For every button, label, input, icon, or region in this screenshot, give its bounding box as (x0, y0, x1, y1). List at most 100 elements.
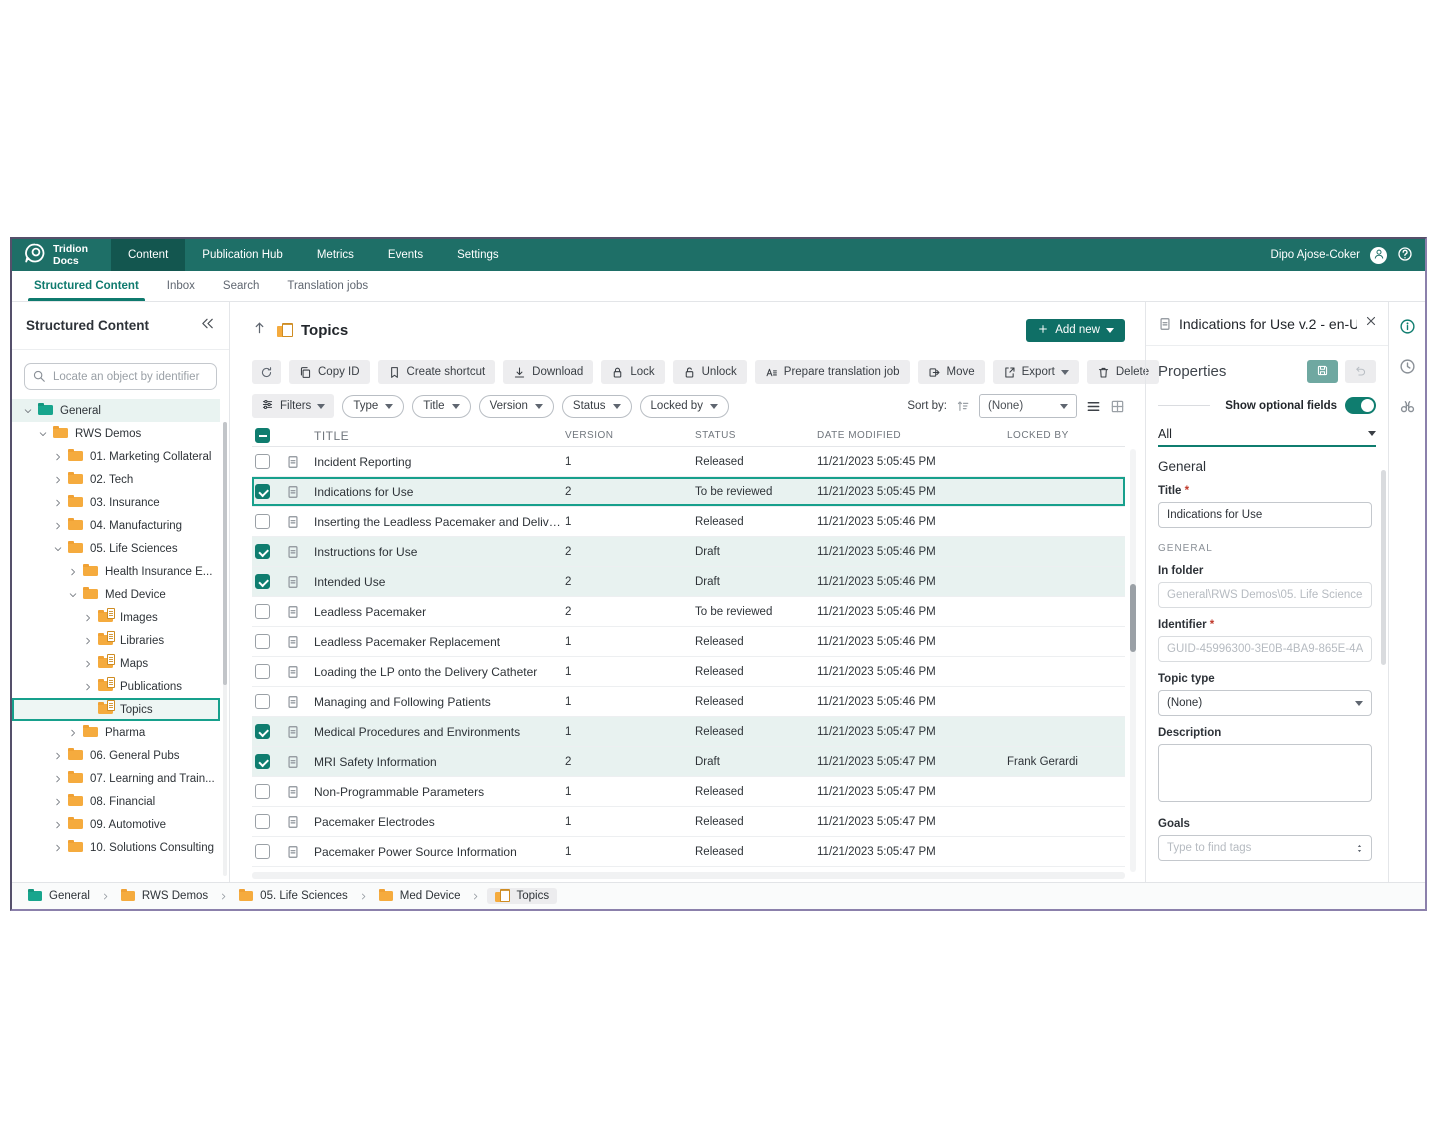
chevron-right-icon[interactable] (80, 636, 96, 646)
chevron-right-icon[interactable] (50, 751, 66, 761)
prepare-translation-job-button[interactable]: Prepare translation job (755, 360, 910, 384)
tab-search[interactable]: Search (223, 271, 259, 301)
history-tab-icon[interactable] (1399, 358, 1416, 375)
tree-item-libraries[interactable]: Libraries (12, 629, 220, 652)
select-all-checkbox[interactable] (255, 428, 270, 443)
tree-item-02-tech[interactable]: 02. Tech (12, 468, 220, 491)
chevron-right-icon[interactable] (50, 521, 66, 531)
breadcrumb-item-general[interactable]: General (24, 888, 94, 904)
sidebar-collapse-button[interactable] (200, 316, 215, 336)
tree-item-07-learning-and-train[interactable]: 07. Learning and Train... (12, 767, 220, 790)
tab-translation-jobs[interactable]: Translation jobs (287, 271, 368, 301)
title-field-input[interactable] (1158, 502, 1372, 528)
row-checkbox[interactable] (255, 604, 270, 619)
tree-item-01-marketing-collateral[interactable]: 01. Marketing Collateral (12, 445, 220, 468)
table-horizontal-scrollbar[interactable] (252, 872, 1125, 879)
filter-pill-version[interactable]: Version (479, 395, 554, 418)
list-view-icon[interactable] (1086, 399, 1101, 414)
table-row-non-programmable-parameters[interactable]: Non-Programmable Parameters1Released11/2… (252, 777, 1125, 807)
help-button[interactable] (1397, 246, 1413, 265)
tree-item-04-manufacturing[interactable]: 04. Manufacturing (12, 514, 220, 537)
export-button[interactable]: Export (993, 360, 1079, 384)
tree-item-maps[interactable]: Maps (12, 652, 220, 675)
chevron-right-icon[interactable] (80, 613, 96, 623)
filter-pill-status[interactable]: Status (562, 395, 632, 418)
user-avatar[interactable] (1370, 247, 1387, 264)
description-textarea[interactable] (1158, 744, 1372, 802)
row-checkbox[interactable] (255, 694, 270, 709)
column-locked-by[interactable]: LOCKED BY (1007, 430, 1125, 441)
chevron-right-icon[interactable] (80, 682, 96, 692)
table-row-pacemaker-power-source-information[interactable]: Pacemaker Power Source Information1Relea… (252, 837, 1125, 867)
tree-item-09-automotive[interactable]: 09. Automotive (12, 813, 220, 836)
filters-button[interactable]: Filters (252, 394, 334, 418)
preview-tab-icon[interactable] (1399, 398, 1416, 415)
chevron-right-icon[interactable] (80, 659, 96, 669)
tree-item-08-financial[interactable]: 08. Financial (12, 790, 220, 813)
column-version[interactable]: VERSION (565, 430, 695, 441)
row-checkbox[interactable] (255, 634, 270, 649)
unlock-button[interactable]: Unlock (673, 360, 747, 384)
breadcrumb-item-med-device[interactable]: Med Device (375, 888, 465, 904)
tree-item-general[interactable]: General (12, 399, 220, 422)
chevron-right-icon[interactable] (50, 843, 66, 853)
table-row-mri-safety-information[interactable]: MRI Safety Information2Draft11/21/2023 5… (252, 747, 1125, 777)
add-new-button[interactable]: Add new (1026, 319, 1125, 342)
topnav-item-content[interactable]: Content (111, 239, 185, 271)
row-checkbox[interactable] (255, 784, 270, 799)
table-row-pacemaker-electrodes[interactable]: Pacemaker Electrodes1Released11/21/2023 … (252, 807, 1125, 837)
row-checkbox[interactable] (255, 514, 270, 529)
tree-item-topics[interactable]: Topics (12, 698, 220, 721)
undo-button[interactable] (1345, 360, 1376, 383)
download-button[interactable]: Download (503, 360, 593, 384)
tree-item-05-life-sciences[interactable]: 05. Life Sciences (12, 537, 220, 560)
go-up-button[interactable] (252, 320, 267, 340)
chevron-right-icon[interactable] (65, 567, 81, 577)
breadcrumb-item-05-life-sciences[interactable]: 05. Life Sciences (235, 888, 352, 904)
filter-pill-locked-by[interactable]: Locked by (640, 395, 729, 418)
table-row-indications-for-use[interactable]: Indications for Use2To be reviewed11/21/… (252, 477, 1125, 507)
row-checkbox[interactable] (255, 844, 270, 859)
table-row-medical-procedures-and-environments[interactable]: Medical Procedures and Environments1Rele… (252, 717, 1125, 747)
chevron-right-icon[interactable] (50, 475, 66, 485)
tree-item-med-device[interactable]: Med Device (12, 583, 220, 606)
sort-direction-icon[interactable] (956, 399, 970, 413)
save-button[interactable] (1307, 360, 1338, 383)
row-checkbox[interactable] (255, 484, 270, 499)
breadcrumb-item-rws-demos[interactable]: RWS Demos (117, 888, 212, 904)
move-button[interactable]: Move (918, 360, 985, 384)
lock-button[interactable]: Lock (601, 360, 664, 384)
row-checkbox[interactable] (255, 754, 270, 769)
breadcrumb-item-topics[interactable]: Topics (487, 888, 557, 904)
chevron-down-icon[interactable] (20, 406, 36, 416)
show-optional-fields-toggle[interactable] (1345, 397, 1376, 414)
chevron-right-icon[interactable] (50, 498, 66, 508)
topnav-item-settings[interactable]: Settings (440, 239, 516, 271)
chevron-right-icon[interactable] (50, 820, 66, 830)
column-title[interactable]: TITLE (314, 429, 565, 443)
tab-inbox[interactable]: Inbox (167, 271, 195, 301)
chevron-down-icon[interactable] (50, 544, 66, 554)
sidebar-scrollbar[interactable] (223, 422, 227, 876)
chevron-right-icon[interactable] (50, 774, 66, 784)
tree-item-publications[interactable]: Publications (12, 675, 220, 698)
row-checkbox[interactable] (255, 664, 270, 679)
tree-item-rws-demos[interactable]: RWS Demos (12, 422, 220, 445)
goals-input[interactable] (1158, 835, 1372, 861)
tree-item-health-insurance-e[interactable]: Health Insurance E... (12, 560, 220, 583)
row-checkbox[interactable] (255, 544, 270, 559)
table-row-intended-use[interactable]: Intended Use2Draft11/21/2023 5:05:46 PM (252, 567, 1125, 597)
refresh-button[interactable] (252, 360, 281, 384)
table-row-loading-the-lp-onto-the-delivery-catheter[interactable]: Loading the LP onto the Delivery Cathete… (252, 657, 1125, 687)
panel-scrollbar[interactable] (1381, 470, 1386, 665)
column-date-modified[interactable]: DATE MODIFIED (817, 430, 1007, 441)
filter-pill-type[interactable]: Type (342, 395, 404, 418)
tab-structured-content[interactable]: Structured Content (34, 271, 139, 301)
topnav-item-metrics[interactable]: Metrics (300, 239, 371, 271)
chevron-down-icon[interactable] (35, 429, 51, 439)
chevron-right-icon[interactable] (50, 452, 66, 462)
row-checkbox[interactable] (255, 574, 270, 589)
table-row-instructions-for-use[interactable]: Instructions for Use2Draft11/21/2023 5:0… (252, 537, 1125, 567)
tree-item-06-general-pubs[interactable]: 06. General Pubs (12, 744, 220, 767)
table-scrollbar[interactable] (1130, 449, 1136, 872)
